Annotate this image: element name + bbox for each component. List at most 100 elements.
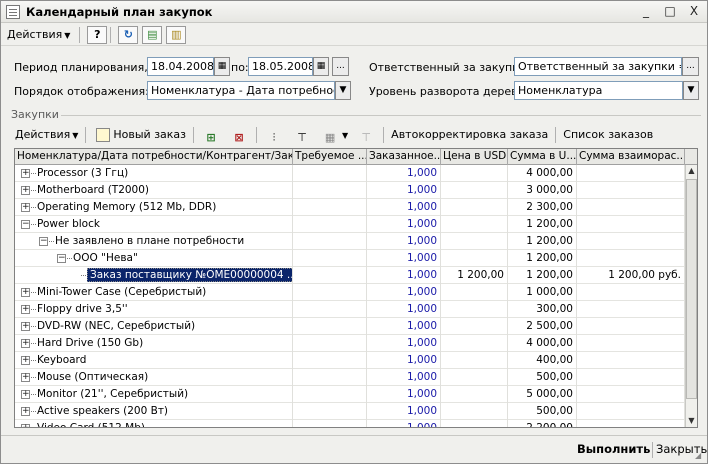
table-row[interactable]: + Floppy drive 3,5'' 1,000 300,00 [15,301,685,318]
ordered-cell: 1,000 [367,284,441,301]
vertical-scrollbar[interactable]: ▲ ▼ [685,165,697,427]
tree-level-dropdown-icon[interactable]: ▼ [683,81,699,100]
tree-cell: + Motherboard (T2000) [15,182,293,199]
filter-icon: ⫶ [272,131,276,144]
table-row[interactable]: + Processor (3 Ггц) 1,000 4 000,00 [15,165,685,182]
tree-connector [31,325,36,327]
scroll-thumb[interactable] [686,179,697,399]
clear-filter-button[interactable]: ⊤ [352,125,380,144]
minimize-button[interactable]: _ [637,3,655,19]
column-header-required[interactable]: Требуемое ... [293,149,367,165]
tree-cell: − ООО "Нева" [15,250,293,267]
required-cell [293,403,367,420]
caret-down-icon: ▼ [64,30,71,40]
required-cell [293,284,367,301]
expand-icon[interactable]: + [21,338,30,348]
run-button[interactable]: Выполнить [577,442,650,456]
collapse-icon[interactable]: − [57,253,66,263]
auto-correct-button[interactable]: Автокорректировка заказа [387,125,552,144]
main-toolbar: Действия ▼ ? ↻ ▤ ▥ [1,24,707,46]
table-row[interactable]: + Video Card (512 Mb) 1,000 2 200,00 [15,420,685,428]
order-field[interactable]: Номенклатура - Дата потребности - [147,81,335,100]
period-select-button[interactable]: ... [332,57,349,76]
settings-doc-icon[interactable]: ▥ [166,25,187,44]
table-row[interactable]: + Motherboard (T2000) 1,000 3 000,00 [15,182,685,199]
table-row[interactable]: Заказ поставщику №ОМЕ00000004 ... 1,000 1 … [15,267,685,284]
purchases-actions-menu[interactable]: Действия ▼ [11,125,82,144]
expand-icon[interactable]: + [21,372,30,382]
expand-icon[interactable]: + [21,287,30,297]
row-name: Video Card (512 Mb) [37,422,145,428]
table-row[interactable]: + Monitor (21'', Серебристый) 1,000 5 000,0… [15,386,685,403]
table-row[interactable]: + Operating Memory (512 Mb, DDR) 1,000 2 30… [15,199,685,216]
table-row[interactable]: + Hard Drive (150 Gb) 1,000 4 000,00 [15,335,685,352]
calendar-from-icon[interactable]: ▦ [214,57,230,76]
column-header-nomenclature[interactable]: Номенклатура/Дата потребности/Контрагент… [15,149,293,165]
column-header-price[interactable]: Цена в USD [441,149,508,165]
collapse-icon[interactable]: − [39,236,48,246]
column-header-settlement[interactable]: Сумма взаиморас... [577,149,685,165]
purchases-actions-label: Действия [15,128,71,141]
tree-cell: + Active speakers (200 Вт) [15,403,293,420]
delete-row-icon: ⊠ [234,131,244,144]
resize-grip-icon[interactable]: ◢ [695,451,705,461]
tree-level-field[interactable]: Номенклатура [514,81,683,100]
table-body: + Processor (3 Ггц) 1,000 4 000,00 + Motherbo… [15,165,685,428]
date-from-field[interactable]: 18.04.2008 [147,57,214,76]
expand-icon[interactable]: + [21,304,30,314]
orders-list-button[interactable]: Список заказов [559,125,657,144]
table-row[interactable]: + Keyboard 1,000 400,00 [15,352,685,369]
delete-row-button[interactable]: ⊠ [225,125,253,144]
actions-menu[interactable]: Действия ▼ [1,25,76,45]
expand-icon[interactable]: + [21,406,30,416]
required-cell [293,369,367,386]
expand-icon[interactable]: + [21,321,30,331]
expand-icon[interactable]: + [21,423,30,427]
ordered-cell: 1,000 [367,403,441,420]
table-row[interactable]: − Power block 1,000 1 200,00 [15,216,685,233]
table-row[interactable]: + Mouse (Оптическая) 1,000 500,00 [15,369,685,386]
maximize-button[interactable]: □ [661,3,679,19]
price-cell [441,318,508,335]
column-header-sum[interactable]: Сумма в U... [508,149,577,165]
scroll-up-icon[interactable]: ▲ [686,165,697,177]
new-order-button[interactable]: Новый заказ [89,125,190,144]
table-row[interactable]: − Не заявлено в плане потребности 1,000 1 2… [15,233,685,250]
caret-down-icon: ▼ [342,131,349,140]
row-name: Заказ поставщику №ОМЕ00000004 ... [87,268,292,282]
responsible-select-button[interactable]: ... [682,57,699,76]
expand-icon[interactable]: + [21,202,30,212]
table-row[interactable]: + Active speakers (200 Вт) 1,000 500,00 [15,403,685,420]
price-cell [441,250,508,267]
table-row[interactable]: + DVD-RW (NEC, Серебристый) 1,000 2 500,00 [15,318,685,335]
close-window-button[interactable]: X [685,3,703,19]
table-row[interactable]: − ООО "Нева" 1,000 1 200,00 [15,250,685,267]
ordered-cell: 1,000 [367,165,441,182]
footer-bar: Выполнить Закрыть ◢ [1,435,707,463]
sum-cell: 500,00 [508,403,577,420]
collapse-icon[interactable]: − [21,219,30,229]
add-row-button[interactable]: ⊞ [197,125,225,144]
order-dropdown-icon[interactable]: ▼ [335,81,351,100]
column-header-ordered[interactable]: Заказанное... [367,149,441,165]
settlement-cell [577,199,685,216]
filter-edit-button[interactable]: ⊤ [288,125,316,144]
calendar-to-icon[interactable]: ▦ [313,57,329,76]
filter-options-button[interactable]: ▦ ▼ [316,125,352,144]
expand-icon[interactable]: + [21,355,30,365]
expand-icon[interactable]: + [21,185,30,195]
help-button[interactable]: ? [87,25,108,44]
filter-doc-icon[interactable]: ▤ [142,25,163,44]
expand-icon[interactable]: + [21,168,30,178]
sum-cell: 2 300,00 [508,199,577,216]
date-to-field[interactable]: 18.05.2008 [248,57,313,76]
price-cell [441,369,508,386]
refresh-icon[interactable]: ↻ [118,25,139,44]
filter-button[interactable]: ⫶ [260,125,288,144]
row-name: Motherboard (T2000) [37,184,150,196]
table-row[interactable]: + Mini-Tower Case (Серебристый) 1,000 1 000… [15,284,685,301]
tree-cell: + Operating Memory (512 Mb, DDR) [15,199,293,216]
responsible-field[interactable]: Ответственный за закупки = "Л [514,57,682,76]
scroll-down-icon[interactable]: ▼ [686,415,697,427]
expand-icon[interactable]: + [21,389,30,399]
